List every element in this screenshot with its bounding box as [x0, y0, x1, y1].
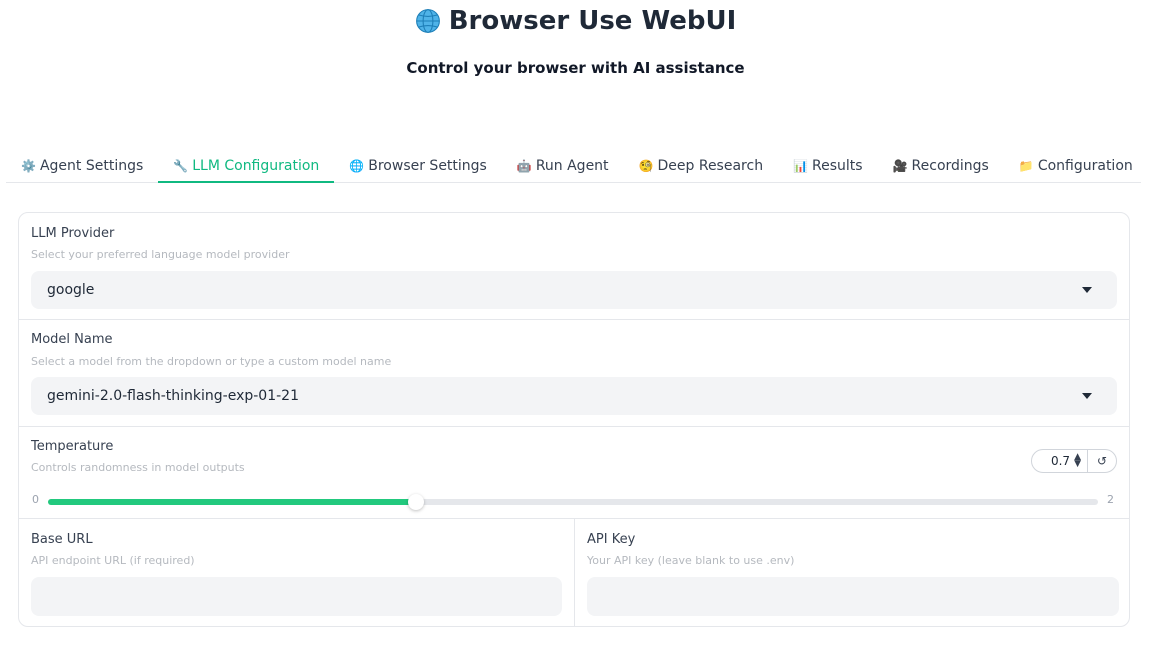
- dropdown-caret-icon: [1082, 393, 1092, 399]
- tab-bar: ⚙️ Agent Settings 🔧 LLM Configuration 🌐 …: [6, 150, 1141, 183]
- tab-recordings[interactable]: 🎥 Recordings: [878, 149, 1004, 182]
- slider-min-label: 0: [32, 493, 39, 506]
- tab-label: Results: [812, 157, 863, 174]
- tab-label: Configuration: [1037, 157, 1133, 174]
- llm-provider-info: Select your preferred language model pro…: [31, 248, 290, 261]
- monocle-face-icon: 🧐: [638, 158, 654, 173]
- tab-llm-configuration[interactable]: 🔧 LLM Configuration: [158, 150, 335, 183]
- base-url-label: Base URL: [31, 532, 93, 547]
- gear-icon: ⚙️: [21, 158, 36, 173]
- tab-label: Agent Settings: [39, 157, 144, 174]
- tab-label: Recordings: [911, 157, 989, 174]
- tab-run-agent[interactable]: 🤖 Run Agent: [502, 149, 624, 182]
- model-name-info: Select a model from the dropdown or type…: [31, 355, 392, 368]
- temperature-number-input[interactable]: 0.7 ▲ ▼ ↺: [1031, 449, 1117, 473]
- llm-provider-label: LLM Provider: [31, 226, 115, 241]
- model-name-dropdown[interactable]: gemini-2.0-flash-thinking-exp-01-21: [31, 377, 1117, 415]
- api-key-block: API Key Your API key (leave blank to use…: [575, 519, 1129, 626]
- tab-label: LLM Configuration: [192, 157, 320, 174]
- folder-icon: 📁: [1018, 158, 1034, 173]
- tab-label: Run Agent: [535, 157, 609, 174]
- temperature-label: Temperature: [31, 439, 114, 454]
- video-camera-icon: 🎥: [892, 158, 908, 173]
- llm-provider-block: LLM Provider Select your preferred langu…: [19, 213, 1129, 320]
- api-key-label: API Key: [587, 532, 636, 547]
- app-title: Browser Use WebUI: [0, 6, 1151, 36]
- globe-icon: 🌐: [349, 158, 365, 173]
- api-key-input[interactable]: [587, 577, 1119, 616]
- bar-chart-icon: 📊: [793, 158, 809, 173]
- base-url-block: Base URL API endpoint URL (if required): [19, 519, 574, 626]
- app-subtitle: Control your browser with AI assistance: [406, 59, 745, 77]
- globe-icon: [415, 9, 440, 33]
- model-name-block: Model Name Select a model from the dropd…: [19, 320, 1129, 427]
- tab-browser-settings[interactable]: 🌐 Browser Settings: [334, 149, 502, 182]
- reset-icon[interactable]: ↺: [1088, 454, 1116, 468]
- dropdown-caret-icon: [1082, 287, 1092, 293]
- llm-provider-dropdown[interactable]: google: [31, 271, 1117, 309]
- tab-label: Deep Research: [657, 157, 764, 174]
- slider-fill: [48, 499, 416, 505]
- slider-max-label: 2: [1107, 493, 1114, 506]
- temperature-value-field[interactable]: 0.7 ▲ ▼: [1032, 450, 1088, 472]
- api-key-info: Your API key (leave blank to use .env): [587, 554, 795, 567]
- model-name-value: gemini-2.0-flash-thinking-exp-01-21: [47, 388, 299, 404]
- tab-label: Browser Settings: [368, 157, 487, 174]
- wrench-icon: 🔧: [173, 158, 189, 173]
- tab-configuration[interactable]: 📁 Configuration: [1004, 149, 1148, 182]
- base-url-info: API endpoint URL (if required): [31, 554, 195, 567]
- temperature-value: 0.7: [1050, 454, 1071, 468]
- llm-provider-value: google: [47, 282, 95, 298]
- app-title-text: Browser Use WebUI: [448, 6, 737, 36]
- base-url-input[interactable]: [31, 577, 562, 616]
- tab-agent-settings[interactable]: ⚙️ Agent Settings: [6, 149, 158, 182]
- spinner-icon[interactable]: ▲ ▼: [1074, 453, 1081, 469]
- temperature-info: Controls randomness in model outputs: [31, 461, 245, 474]
- llm-config-panel: LLM Provider Select your preferred langu…: [18, 212, 1130, 627]
- model-name-label: Model Name: [31, 332, 113, 347]
- temperature-block: Temperature Controls randomness in model…: [19, 427, 1129, 519]
- tab-results[interactable]: 📊 Results: [778, 149, 878, 182]
- slider-thumb[interactable]: [407, 494, 424, 510]
- temperature-slider[interactable]: [48, 494, 1098, 510]
- tab-deep-research[interactable]: 🧐 Deep Research: [624, 149, 779, 182]
- robot-icon: 🤖: [516, 158, 532, 173]
